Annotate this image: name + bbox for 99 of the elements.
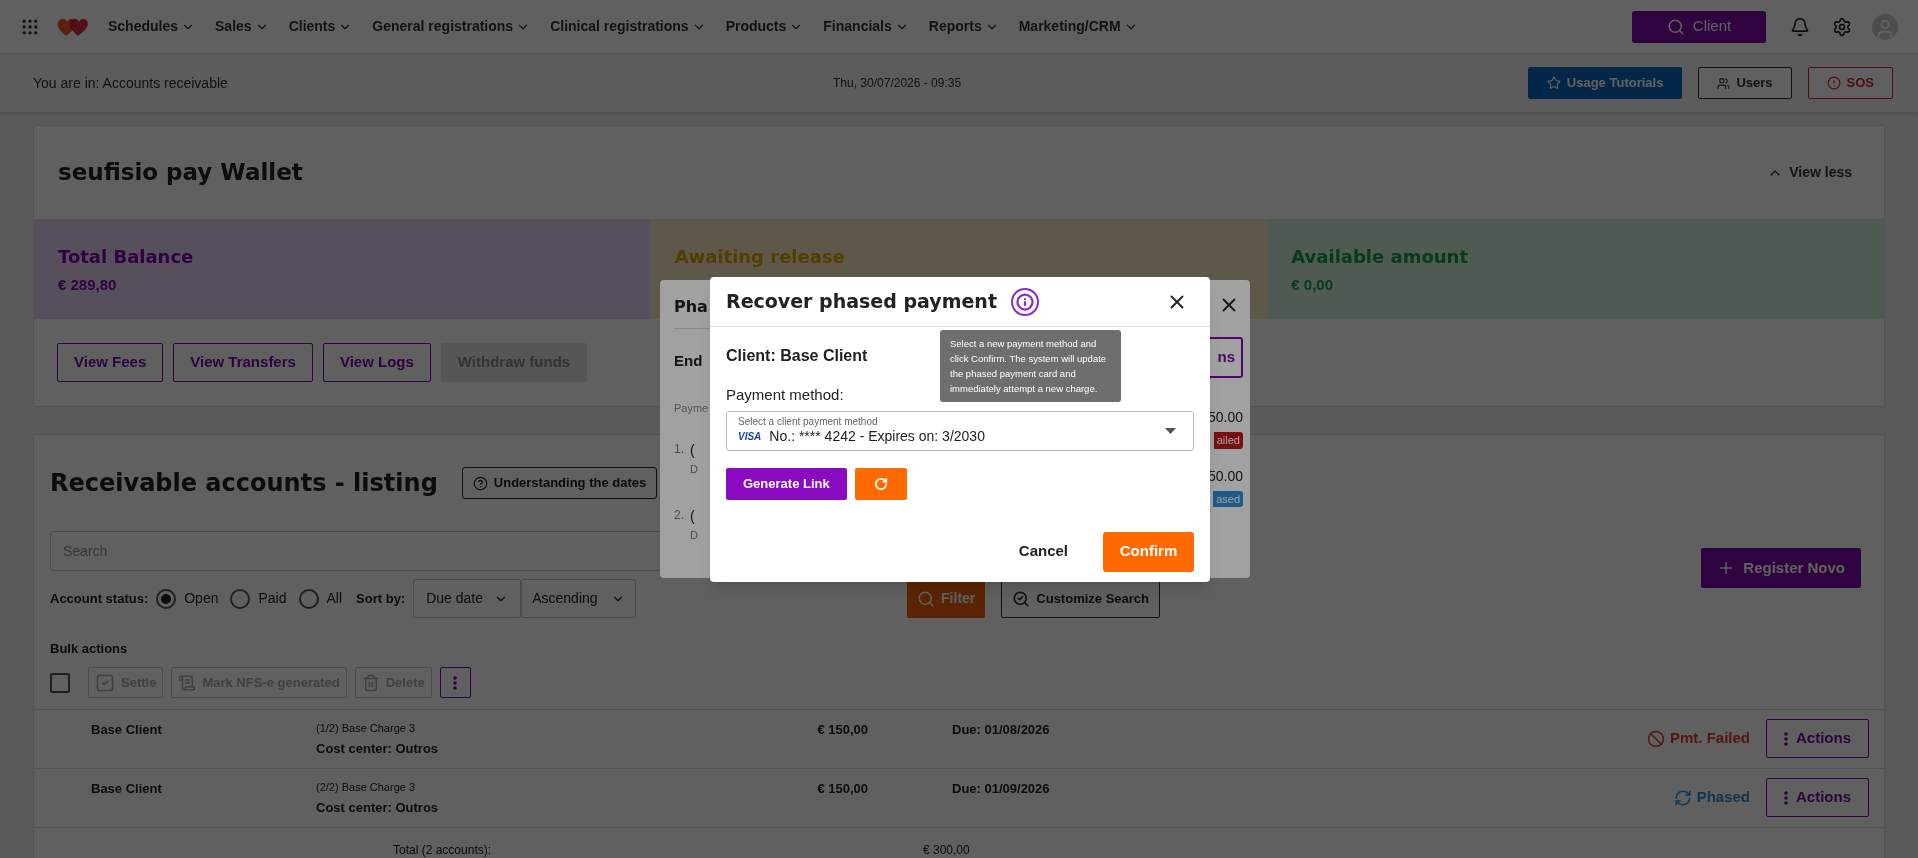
nav-menu-item[interactable]: Clinical registrations: [550, 16, 706, 37]
balance-amount: € 0,00: [1291, 275, 1335, 295]
search-refresh-icon: [1012, 589, 1031, 608]
generate-link-button[interactable]: Generate Link: [726, 467, 847, 500]
wallet-button[interactable]: View Logs: [322, 343, 431, 382]
actions-button[interactable]: Actions: [1766, 778, 1869, 817]
sort-field-select[interactable]: Due date: [413, 579, 522, 618]
charge-description: (2/2) Base Charge 3: [316, 779, 417, 795]
payment-method-select[interactable]: Select a client payment method VISA No.: **** 4242 - Expires on: 3/2030: [726, 410, 1194, 451]
header-button[interactable]: Usage Tutorials: [1527, 67, 1683, 99]
cost-center: Cost center: Outros: [316, 799, 440, 817]
due-date: Due: 01/09/2026: [952, 779, 1050, 798]
balance-label: Total Balance: [58, 245, 195, 269]
status-badge: ased: [1213, 490, 1243, 507]
cancel-button[interactable]: Cancel: [1008, 532, 1078, 571]
item-index: 1.: [674, 441, 684, 458]
radio-label: All: [326, 589, 343, 608]
header-button[interactable]: Users: [1698, 67, 1792, 99]
breadcrumb-text: You are in: Accounts receivable: [33, 73, 229, 93]
refresh-button[interactable]: [854, 467, 907, 500]
radio-label: Paid: [258, 589, 287, 608]
item-text: (: [690, 441, 696, 460]
amount-text: € 150,00: [816, 779, 868, 798]
nav-menu-item[interactable]: General registrations: [372, 16, 531, 37]
more-options-button[interactable]: [439, 667, 471, 698]
header-button[interactable]: SOS: [1807, 67, 1893, 99]
nav-menu-item[interactable]: Sales: [215, 16, 269, 37]
info-icon[interactable]: [1010, 287, 1039, 316]
radio-button[interactable]: [230, 588, 251, 609]
status-badge: ailed: [1213, 432, 1243, 449]
payment-method-label: Payment method:: [726, 385, 844, 405]
card-number-text: No.: **** 4242 - Expires on: 3/2030: [769, 428, 985, 445]
section-title: End: [674, 351, 703, 371]
column-header: Payme: [674, 400, 709, 416]
nav-menu-item[interactable]: Financials: [823, 16, 909, 37]
status-label: Phased: [1673, 786, 1750, 809]
balance-label: Awaiting release: [674, 245, 846, 269]
nav-menu-item[interactable]: Clients: [288, 16, 353, 37]
select-all-checkbox[interactable]: [50, 672, 70, 693]
item-text: (: [690, 506, 696, 526]
radio-button[interactable]: [298, 588, 319, 609]
refresh-icon: [873, 476, 888, 491]
star-icon: [1546, 76, 1561, 90]
search-icon: [917, 589, 936, 608]
nav-menu-item[interactable]: Products: [725, 16, 804, 37]
wallet-button[interactable]: View Transfers: [173, 343, 313, 382]
dialog-title: Pha: [674, 296, 708, 318]
nav-menu-item[interactable]: Reports: [928, 16, 999, 37]
understanding-dates-button[interactable]: Understanding the dates: [461, 467, 658, 499]
client-name: Client: Base Client: [726, 346, 868, 366]
sort-label: Sort by:: [356, 589, 406, 608]
balance-label: Available amount: [1291, 245, 1469, 269]
client-name: Base Client: [90, 720, 163, 739]
amount-text: € 150,00: [816, 720, 868, 739]
select-floating-label: Select a client payment method: [738, 416, 878, 428]
view-less-toggle[interactable]: View less: [1767, 162, 1852, 183]
confirm-button[interactable]: Confirm: [1103, 531, 1194, 572]
wallet-title: seufisio pay Wallet: [58, 158, 303, 188]
trash-icon: [361, 673, 380, 692]
actions-button[interactable]: Actions: [1766, 719, 1869, 758]
total-label: Total (2 accounts):: [393, 841, 493, 858]
balance-amount: € 289,80: [58, 275, 118, 295]
register-button[interactable]: Register Novo: [1701, 548, 1861, 588]
sort-order-select[interactable]: Ascending: [521, 579, 637, 618]
bulk-actions-label: Bulk actions: [50, 640, 129, 658]
alert-icon: [1826, 76, 1841, 90]
charge-description: (1/2) Base Charge 3: [316, 720, 417, 736]
client-search-button[interactable]: Client: [1632, 10, 1766, 43]
kebab-icon: [1784, 790, 1788, 805]
help-icon: [472, 475, 488, 491]
ban-icon: [1646, 729, 1665, 748]
checklist-icon: [95, 672, 115, 693]
nav-menu-item[interactable]: Marketing/CRM: [1018, 16, 1138, 37]
due-date: Due: 01/08/2026: [952, 720, 1050, 739]
tooltip: Select a new payment method and click Confirm. The system will update the phased payment card and immediately attempt a new charge.: [940, 330, 1121, 402]
status-label: Account status:: [50, 589, 149, 608]
kebab-icon: [1784, 731, 1788, 746]
search-icon: [1666, 17, 1685, 36]
cost-center: Cost center: Outros: [316, 740, 440, 758]
filter-button[interactable]: Filter: [907, 579, 986, 618]
users-icon: [1717, 76, 1731, 90]
nav-menu-item[interactable]: Schedules: [108, 16, 196, 37]
visa-logo: VISA: [738, 430, 762, 444]
total-amount: € 300,00: [923, 841, 970, 858]
status-label: Pmt. Failed: [1646, 727, 1750, 750]
settings-icon[interactable]: [1832, 16, 1852, 37]
client-name: Base Client: [90, 779, 163, 798]
bell-icon[interactable]: [1790, 16, 1810, 37]
listing-title: Receivable accounts - listing: [50, 468, 438, 499]
date-time-text: Thu, 30/07/2026 - 09:35: [833, 75, 962, 92]
wallet-button[interactable]: View Fees: [57, 343, 164, 382]
radio-label: Open: [184, 589, 219, 608]
item-index: 2.: [674, 506, 684, 524]
item-subtext: D: [690, 462, 698, 477]
kebab-icon: [453, 675, 458, 690]
radio-button[interactable]: [156, 588, 177, 609]
sync-icon: [1673, 788, 1692, 807]
document-icon: [178, 673, 197, 692]
dialog-title: Recover phased payment: [726, 289, 997, 315]
